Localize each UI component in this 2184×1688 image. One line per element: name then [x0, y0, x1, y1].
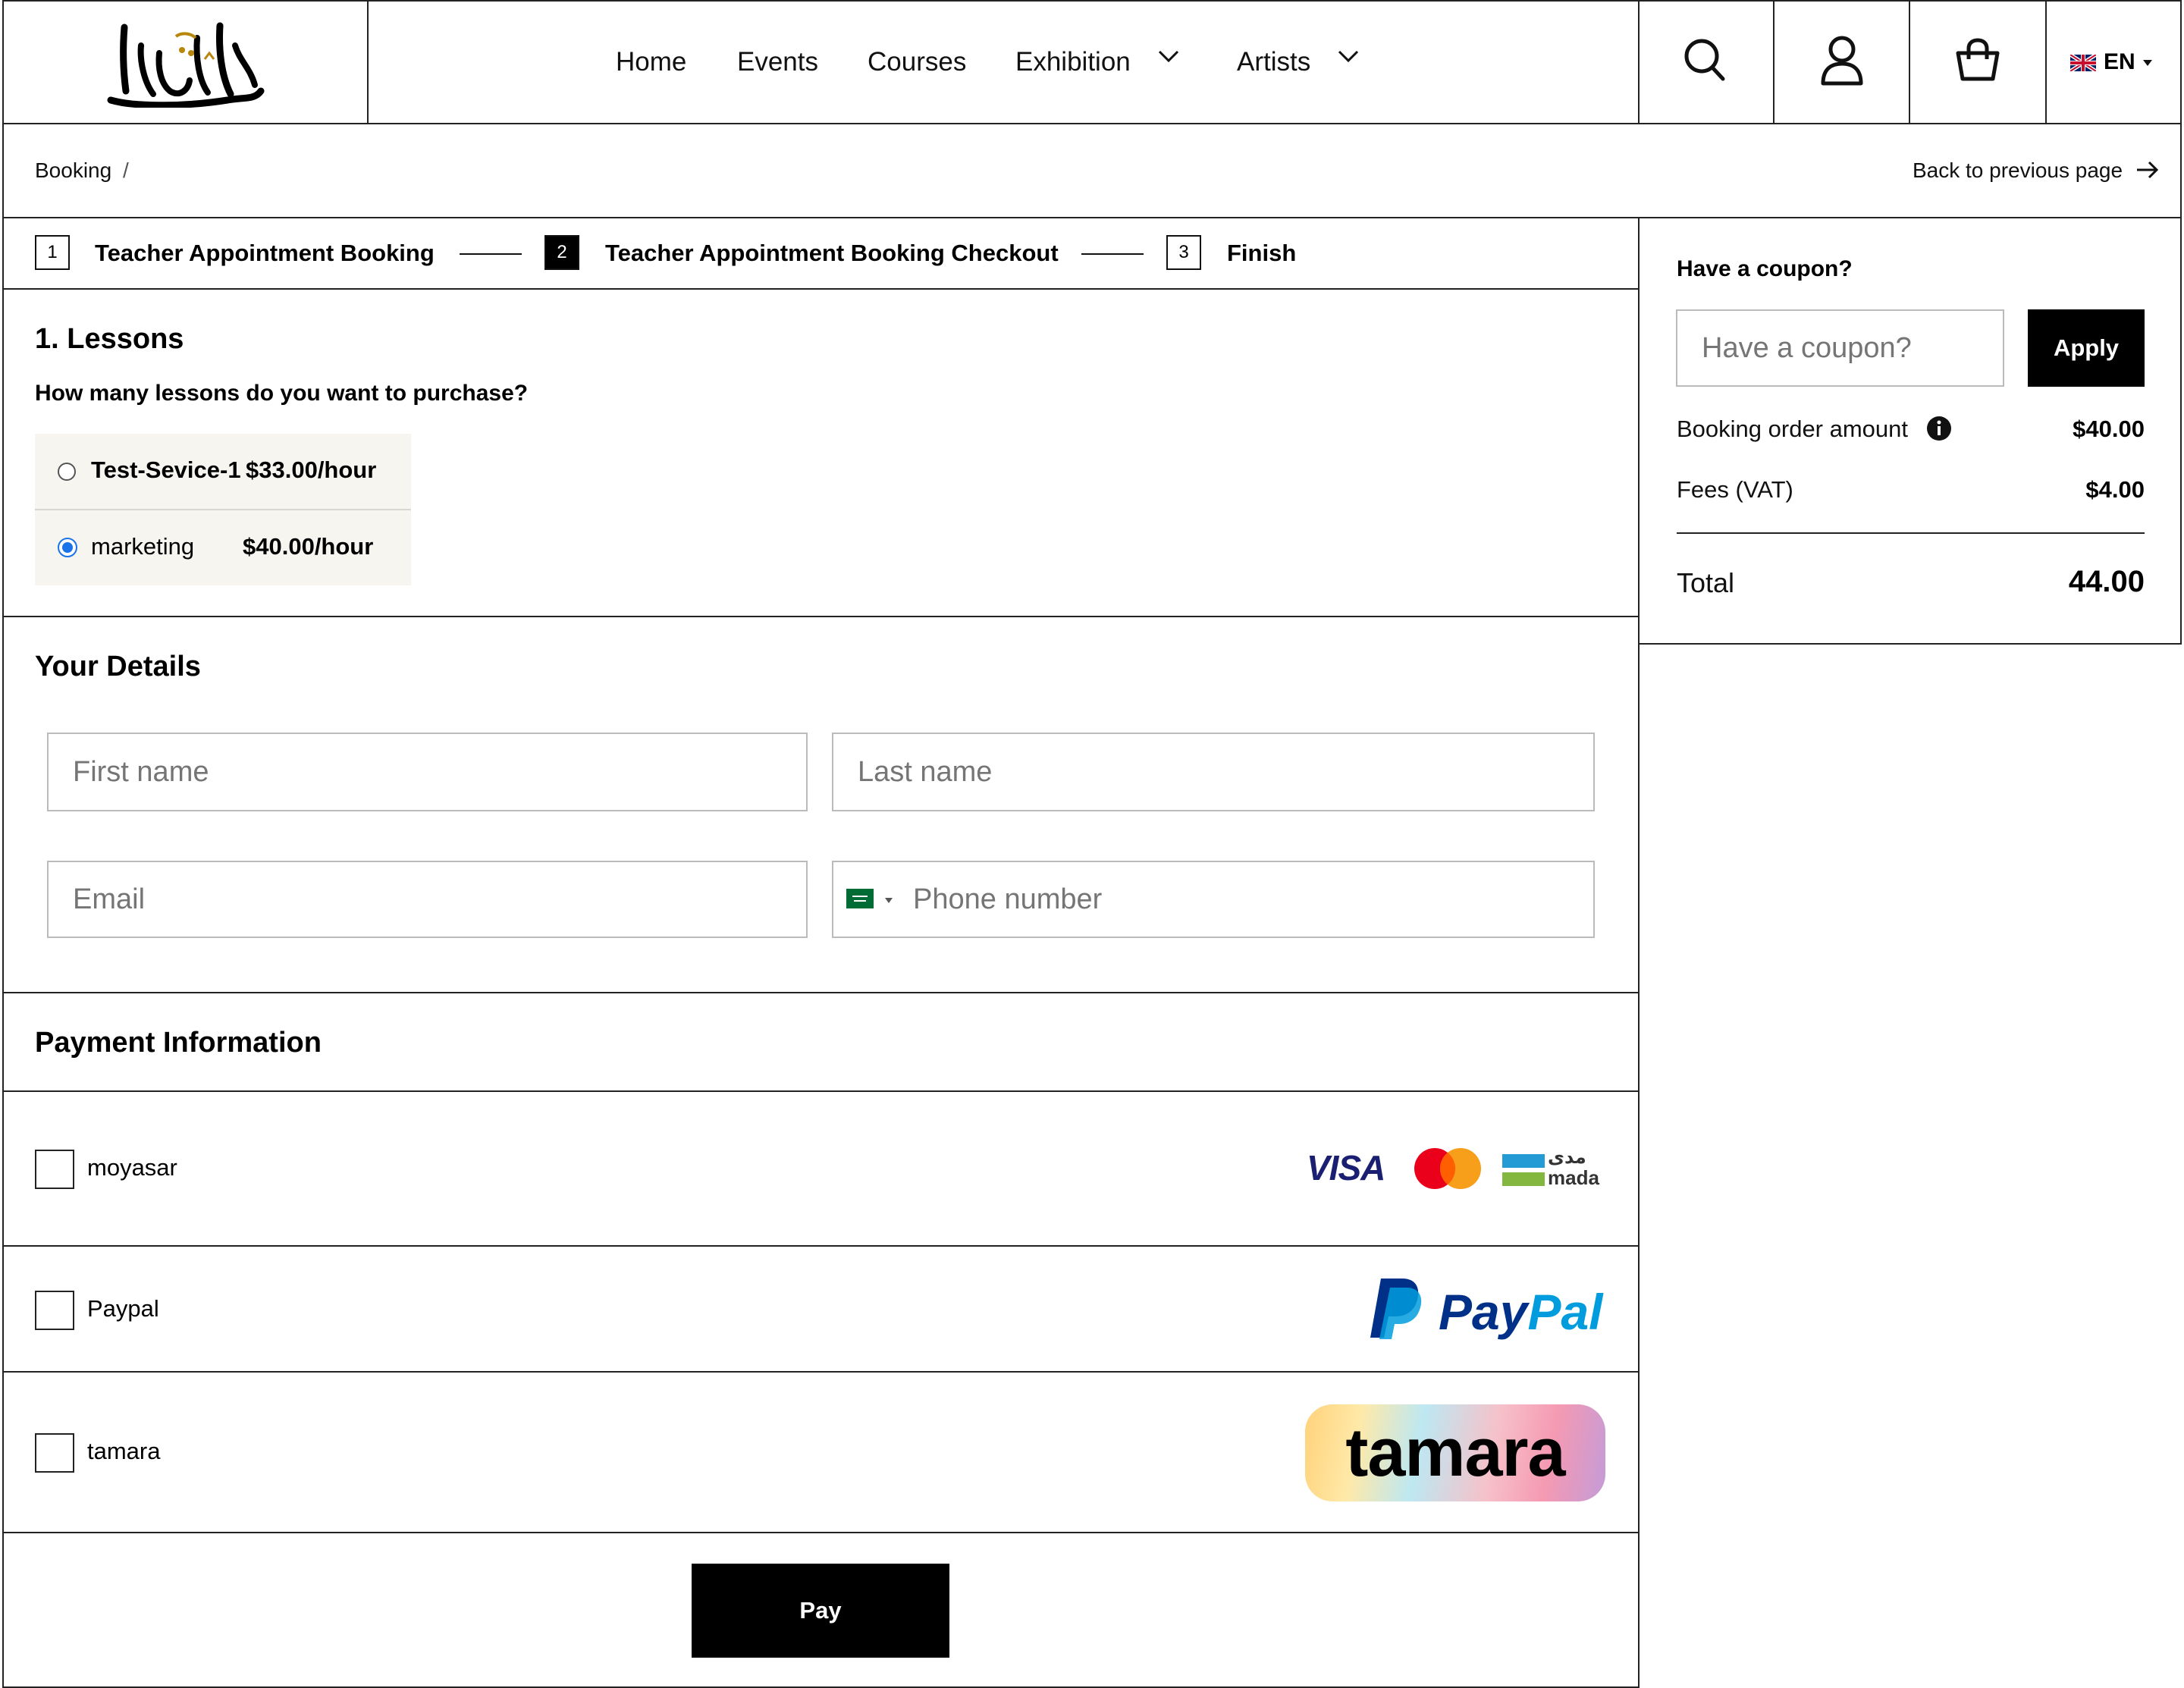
step-3-label: Finish: [1227, 240, 1297, 266]
pay-button[interactable]: Pay: [692, 1564, 949, 1658]
paypal-logo-icon: PayPal: [1439, 1283, 1603, 1341]
last-name-field[interactable]: [832, 733, 1595, 811]
payment-method-moyasar[interactable]: moyasar VISA مدى mada: [2, 1092, 1640, 1245]
lesson-option-marketing[interactable]: marketing $40.00/hour: [35, 510, 411, 585]
first-name-field[interactable]: [47, 733, 808, 811]
lesson-option-price: $33.00/hour: [246, 457, 377, 483]
phone-number-field[interactable]: [902, 862, 1585, 937]
nav-home[interactable]: Home: [616, 45, 686, 79]
payment-method-label: moyasar: [87, 1154, 177, 1181]
payment-method-paypal[interactable]: Paypal PayPal: [2, 1247, 1640, 1371]
breadcrumb: [2, 124, 2182, 218]
total-value: 44.00: [2068, 565, 2145, 598]
step-1-label: Teacher Appointment Booking: [95, 240, 435, 266]
checkbox[interactable]: [35, 1433, 74, 1473]
tamara-logo-icon: tamara: [1305, 1404, 1605, 1501]
fees-value: $4.00: [2085, 476, 2145, 503]
payment-method-tamara[interactable]: tamara tamara: [2, 1373, 1640, 1532]
step-connector: [460, 253, 522, 255]
coupon-title: Have a coupon?: [1677, 256, 1853, 281]
search-icon[interactable]: [1684, 36, 1726, 87]
lesson-option-test-service[interactable]: Test-Sevice-1 $33.00/hour: [35, 434, 411, 509]
nav-courses[interactable]: Courses: [868, 45, 966, 79]
coupon-input[interactable]: [1676, 309, 2004, 387]
paypal-pal: Pal: [1527, 1284, 1603, 1340]
user-icon[interactable]: [1820, 35, 1864, 90]
radio-selected[interactable]: [58, 538, 77, 557]
paypal-pay: Pay: [1439, 1284, 1528, 1340]
saudi-flag-icon[interactable]: [846, 889, 874, 908]
checkbox[interactable]: [35, 1150, 74, 1189]
mastercard-logo-icon: [1413, 1147, 1483, 1194]
step-1-number: 1: [35, 235, 70, 270]
chevron-down-icon[interactable]: [1157, 49, 1180, 67]
total-label: Total: [1677, 567, 1735, 598]
arrow-right-icon[interactable]: [2135, 159, 2160, 184]
caret-down-icon[interactable]: [884, 895, 893, 908]
breadcrumb-separator: /: [123, 158, 129, 182]
language-code: EN: [2104, 49, 2135, 74]
email-field[interactable]: [47, 861, 808, 938]
fees-label: Fees (VAT): [1677, 476, 1793, 503]
summary-divider: [1677, 532, 2145, 534]
apply-coupon-button[interactable]: Apply: [2028, 309, 2145, 387]
nav-events[interactable]: Events: [737, 45, 818, 79]
order-amount-value: $40.00: [2073, 416, 2145, 442]
lesson-option-price: $40.00/hour: [243, 533, 374, 560]
step-2-label: Teacher Appointment Booking Checkout: [605, 240, 1059, 266]
back-link[interactable]: Back to previous page: [1913, 158, 2123, 184]
chevron-down-icon[interactable]: [1337, 49, 1360, 67]
caret-down-icon: [2142, 58, 2154, 71]
visa-logo-icon: VISA: [1307, 1148, 1385, 1188]
lessons-question: How many lessons do you want to purchase…: [35, 381, 529, 406]
lesson-option-name: Test-Sevice-1: [91, 457, 241, 483]
radio-unselected[interactable]: [58, 463, 76, 481]
nav-artists[interactable]: Artists: [1237, 45, 1310, 79]
payment-title: Payment Information: [35, 1027, 322, 1059]
nav-exhibition[interactable]: Exhibition: [1015, 45, 1131, 79]
checkbox[interactable]: [35, 1291, 74, 1330]
mada-logo-icon: مدى mada: [1502, 1147, 1602, 1189]
order-amount-label: Booking order amount: [1677, 416, 1909, 442]
uk-flag-icon: [2069, 52, 2098, 74]
payment-method-label: Paypal: [87, 1295, 159, 1322]
site-logo[interactable]: [106, 15, 265, 109]
breadcrumb-booking[interactable]: Booking: [35, 158, 111, 184]
shopping-bag-icon[interactable]: [1955, 38, 2000, 86]
payment-method-label: tamara: [87, 1438, 161, 1464]
paypal-p-icon: [1369, 1277, 1423, 1343]
lessons-title: 1. Lessons: [35, 323, 184, 355]
details-title: Your Details: [35, 651, 201, 682]
step-3-number: 3: [1166, 235, 1201, 270]
step-connector: [1081, 253, 1144, 255]
step-2-number: 2: [544, 235, 579, 270]
info-icon[interactable]: [1926, 416, 1952, 445]
lesson-option-name: marketing: [91, 533, 195, 560]
